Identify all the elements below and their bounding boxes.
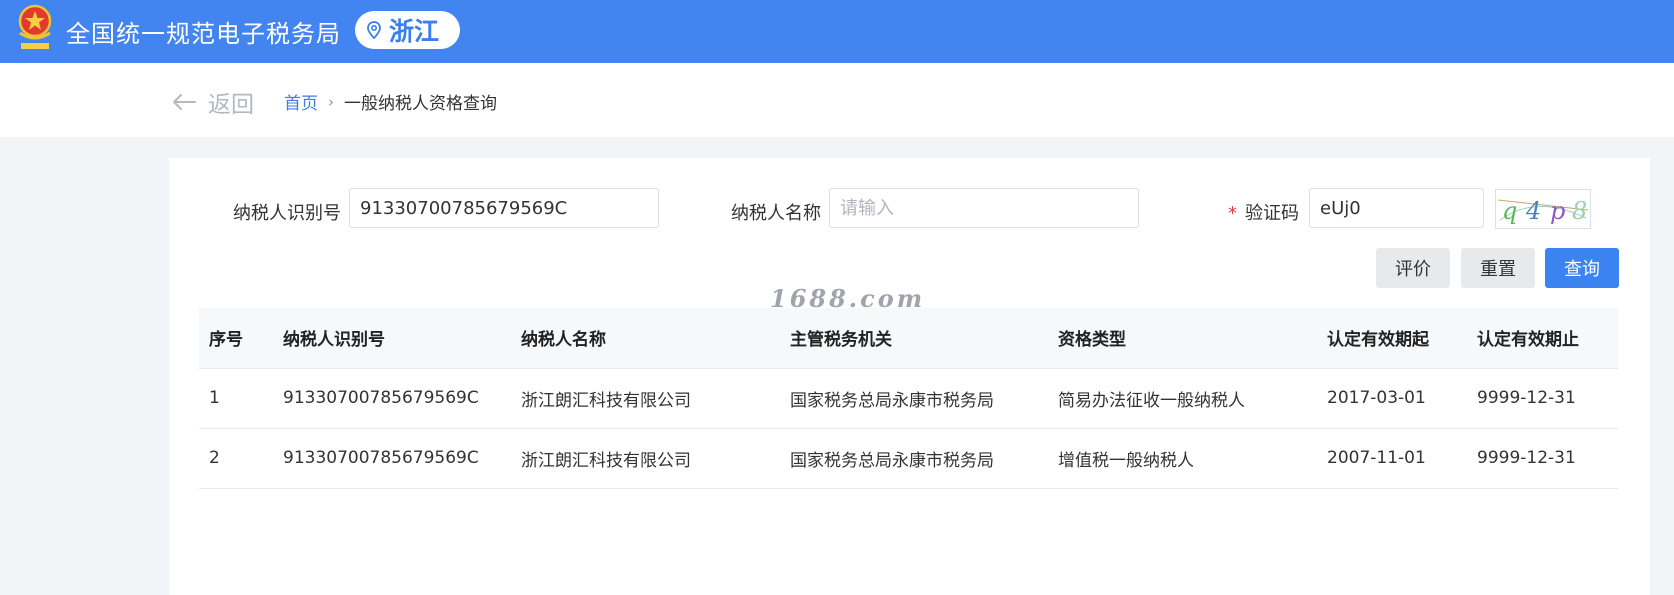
breadcrumb: 首页 › 一般纳税人资格查询 (284, 89, 497, 115)
breadcrumb-home-link[interactable]: 首页 (284, 89, 318, 114)
table-header-row: 序号 纳税人识别号 纳税人名称 主管税务机关 资格类型 认定有效期起 认定有效期… (199, 308, 1618, 369)
evaluate-button[interactable]: 评价 (1376, 248, 1450, 288)
required-mark: * (1228, 203, 1237, 224)
col-header-tax-authority: 主管税务机关 (780, 308, 1048, 369)
captcha-input[interactable] (1309, 188, 1484, 228)
reset-button[interactable]: 重置 (1461, 248, 1535, 288)
cell-tax-authority: 国家税务总局永康市税务局 (780, 428, 1048, 489)
breadcrumb-separator: › (328, 92, 334, 111)
cell-valid-from: 2007-11-01 (1317, 428, 1467, 489)
region-selector[interactable]: 浙江 (355, 11, 460, 49)
results-table: 序号 纳税人识别号 纳税人名称 主管税务机关 资格类型 认定有效期起 认定有效期… (199, 308, 1618, 489)
cell-valid-to: 9999-12-31 (1467, 428, 1618, 489)
query-button[interactable]: 查询 (1545, 248, 1619, 288)
back-label: 返回 (208, 92, 254, 118)
tax-emblem-logo (14, 3, 56, 53)
arrow-left-icon (173, 94, 196, 110)
cell-taxpayer-name: 浙江朗汇科技有限公司 (511, 428, 780, 489)
watermark-text: 1688.com (770, 284, 926, 313)
back-button[interactable]: 返回 (172, 85, 254, 119)
col-header-qualification-type: 资格类型 (1048, 308, 1317, 369)
col-header-valid-from: 认定有效期起 (1317, 308, 1467, 369)
cell-taxpayer-id: 91330700785679569C (273, 428, 511, 489)
cell-valid-from: 2017-03-01 (1317, 368, 1467, 429)
cell-qualification-type: 增值税一般纳税人 (1048, 428, 1317, 489)
svg-text:q: q (1502, 197, 1517, 225)
cell-taxpayer-name: 浙江朗汇科技有限公司 (511, 368, 780, 429)
table-row: 1 91330700785679569C 浙江朗汇科技有限公司 国家税务总局永康… (199, 368, 1618, 429)
table-row: 2 91330700785679569C 浙江朗汇科技有限公司 国家税务总局永康… (199, 428, 1618, 489)
top-header: 全国统一规范电子税务局 浙江 (0, 0, 1674, 63)
captcha-label-text: 验证码 (1245, 203, 1299, 224)
col-header-taxpayer-name: 纳税人名称 (511, 308, 780, 369)
cell-qualification-type: 简易办法征收一般纳税人 (1048, 368, 1317, 429)
taxpayer-id-input[interactable] (349, 188, 659, 228)
svg-text:p: p (1550, 197, 1565, 225)
captcha-image[interactable]: q 4 p 8 (1495, 189, 1591, 229)
cell-taxpayer-id: 91330700785679569C (273, 368, 511, 429)
breadcrumb-current: 一般纳税人资格查询 (344, 94, 497, 114)
taxpayer-id-label: 纳税人识别号 (233, 203, 341, 224)
col-header-valid-to: 认定有效期止 (1467, 308, 1618, 369)
col-header-index: 序号 (199, 308, 273, 369)
breadcrumb-bar: 返回 首页 › 一般纳税人资格查询 (0, 63, 1674, 137)
cell-index: 2 (199, 428, 273, 489)
col-header-taxpayer-id: 纳税人识别号 (273, 308, 511, 369)
taxpayer-name-input[interactable] (829, 188, 1139, 228)
svg-text:4: 4 (1525, 197, 1541, 225)
location-pin-icon (367, 21, 381, 39)
cell-index: 1 (199, 368, 273, 429)
cell-valid-to: 9999-12-31 (1467, 368, 1618, 429)
site-title: 全国统一规范电子税务局 (66, 20, 341, 48)
captcha-label: * 验证码 (1228, 199, 1299, 225)
cell-tax-authority: 国家税务总局永康市税务局 (780, 368, 1048, 429)
taxpayer-name-label: 纳税人名称 (731, 203, 821, 224)
svg-text:8: 8 (1572, 197, 1587, 225)
region-label: 浙江 (389, 17, 440, 46)
